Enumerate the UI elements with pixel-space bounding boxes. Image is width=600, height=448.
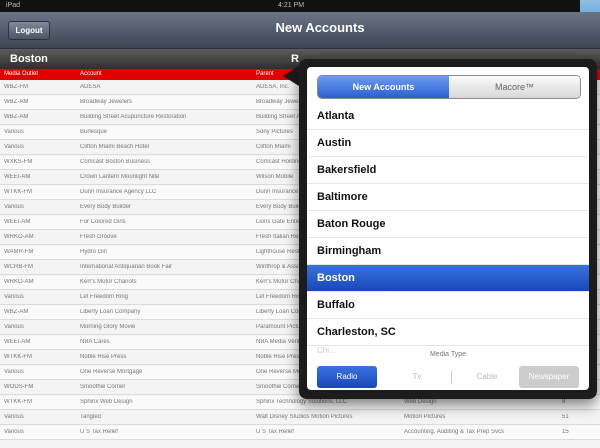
cell-count: 15 [562, 429, 569, 435]
device-label: iPad [6, 2, 21, 9]
cell-media-outlet: WTKK-FM [4, 354, 32, 360]
cell-media-outlet: WRKO-AM [4, 234, 34, 240]
cell-account: Crown Lantern Moonlight Nite [80, 174, 160, 180]
cell-parent: Walt Disney Studios Motion Pictures [256, 414, 353, 420]
column-header-account[interactable]: Account [80, 71, 102, 77]
cell-media-outlet: Various [4, 324, 24, 330]
cell-media-outlet: WBZ-AM [4, 114, 29, 120]
cell-account: Clifton Miami Beach Hotel [80, 144, 150, 150]
status-bar: iPad 4:21 PM [0, 0, 600, 12]
cell-account: Liberty Loan Company [80, 309, 141, 315]
cell-account: Broadway Jewelers [80, 99, 133, 105]
city-list-item[interactable]: Atlanta [307, 103, 589, 130]
cell-account: Every Body Builder [80, 204, 132, 210]
popover-arrow [283, 66, 299, 86]
cell-media-outlet: WBZ-FM [4, 84, 28, 90]
cell-account: Hydro Gin [80, 249, 108, 255]
segment-new-accounts[interactable]: New Accounts [318, 76, 449, 98]
cell-category: Web Design [404, 399, 437, 405]
city-list-item[interactable]: Baltimore [307, 184, 589, 211]
cell-account: U S Tax Relief [80, 429, 118, 435]
cell-account: ADESA [80, 84, 101, 90]
cell-account: Building Street Acupuncture Restoration [80, 114, 187, 120]
cell-account: For Colored Girls [80, 219, 126, 225]
table-row[interactable]: Various Tangled Walt Disney Studios Motion… [0, 411, 600, 425]
cell-account: International Antiquarian Book Fair [80, 264, 173, 270]
city-picker-popover: New Accounts Macore™ Atlanta Austin Bakers… [299, 59, 597, 399]
cell-media-outlet: WBZ-AM [4, 309, 29, 315]
media-separator [451, 371, 452, 383]
cell-media-outlet: Various [4, 129, 24, 135]
cell-account: Kerr's Motor Chariots [80, 279, 137, 285]
cell-account: One Reverse Mortgage [80, 369, 143, 375]
cell-account: NBA Cares [80, 339, 110, 345]
cell-account: Comcast Boston Business [80, 159, 151, 165]
cell-account: Dunn Insurance Agency LLC [80, 189, 157, 195]
city-list-item[interactable]: Birmingham [307, 238, 589, 265]
cell-media-outlet: Various [4, 144, 24, 150]
cell-media-outlet: Various [4, 414, 24, 420]
cell-account: Fresh Groove [80, 234, 117, 240]
page-title: New Accounts [275, 20, 365, 35]
popover-content: New Accounts Macore™ Atlanta Austin Bakers… [307, 67, 589, 390]
cell-media-outlet: Various [4, 429, 24, 435]
column-header-parent[interactable]: Parent [256, 71, 274, 77]
media-type-selector: Radio Tv Cable Newspaper [317, 366, 579, 388]
media-cable-button[interactable]: Cable [457, 366, 517, 388]
cell-account: Smoothie Corner [80, 384, 126, 390]
logout-button[interactable]: Logout [8, 21, 50, 40]
cell-media-outlet: Various [4, 204, 24, 210]
cell-account: Sphinx Web Design [80, 399, 133, 405]
cell-account: Burlesque [80, 129, 108, 135]
cell-media-outlet: WODS-FM [4, 384, 34, 390]
city-list: Atlanta Austin Bakersfield Baltimore Baton R… [307, 103, 589, 360]
cell-media-outlet: WEEI-AM [4, 339, 31, 345]
city-list-item[interactable]: Charleston, SC [307, 319, 589, 346]
status-time: 4:21 PM [278, 2, 305, 9]
city-list-item[interactable]: Boston [307, 265, 589, 292]
media-tv-button[interactable]: Tv [387, 366, 447, 388]
media-type-label: Media Type [429, 351, 467, 358]
cell-parent: Sphinx Technology Solutions, LLC [256, 399, 347, 405]
city-list-item[interactable]: Baton Rouge [307, 211, 589, 238]
cell-count: 51 [562, 414, 569, 420]
current-city[interactable]: Boston [10, 53, 48, 65]
cell-category: Accounting, Auditing & Tax Prep Svcs [404, 429, 504, 435]
cell-account: Noble Rise Press [80, 354, 127, 360]
city-list-item[interactable]: Buffalo [307, 292, 589, 319]
segment-macore[interactable]: Macore™ [449, 76, 580, 98]
city-list-item[interactable]: Bakersfield [307, 157, 589, 184]
cell-media-outlet: WEEI-AM [4, 219, 31, 225]
cell-media-outlet: Various [4, 369, 24, 375]
city-list-item[interactable]: Austin [307, 130, 589, 157]
cell-media-outlet: Various [4, 294, 24, 300]
cell-count: 8 [562, 399, 566, 405]
segmented-control: New Accounts Macore™ [317, 75, 581, 99]
cell-media-outlet: WTKK-FM [4, 399, 32, 405]
cell-media-outlet: WTKK-FM [4, 189, 32, 195]
cell-media-outlet: WCRB-FM [4, 264, 33, 270]
cell-media-outlet: WRKO-AM [4, 279, 34, 285]
cell-account: Morning Glory Movie [80, 324, 136, 330]
cell-media-outlet: WEEI-AM [4, 174, 31, 180]
cell-category: Motion Pictures [404, 414, 446, 420]
cell-account: Let Freedom Ring [80, 294, 129, 300]
media-newspaper-button[interactable]: Newspaper [519, 366, 579, 388]
cell-media-outlet: WXKS-FM [4, 159, 33, 165]
media-radio-button[interactable]: Radio [317, 366, 377, 388]
cell-parent: U S Tax Relief [256, 429, 294, 435]
nav-bar: Logout New Accounts [0, 12, 600, 49]
column-header-media-outlet[interactable]: Media Outlet [4, 71, 38, 77]
cell-media-outlet: WBZ-AM [4, 99, 29, 105]
cell-account: Tangled [80, 414, 102, 420]
table-row[interactable]: Various U S Tax Relief U S Tax Relief Accou… [0, 426, 600, 440]
cell-media-outlet: WAMR-FM [4, 249, 34, 255]
citybar-partial-label: R [291, 53, 299, 65]
